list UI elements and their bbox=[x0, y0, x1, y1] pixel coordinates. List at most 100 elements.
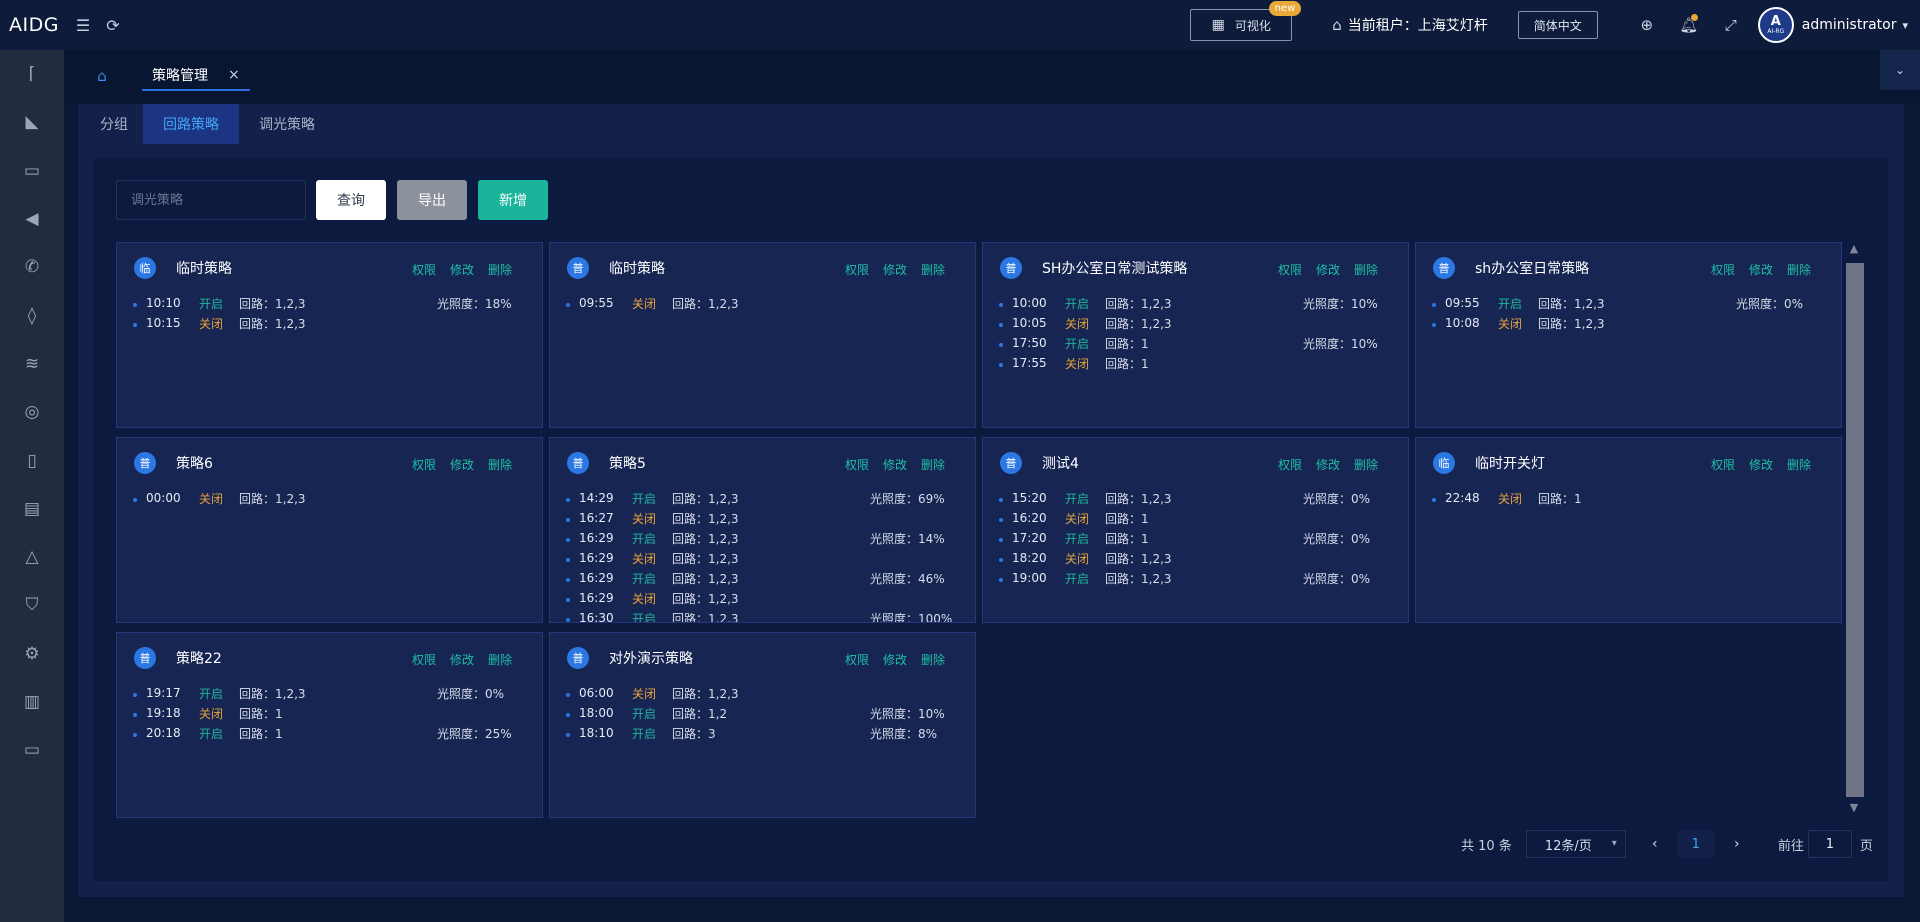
call-icon[interactable]: ✆ bbox=[0, 243, 64, 291]
username[interactable]: administrator bbox=[1802, 17, 1897, 33]
water-icon[interactable]: ◊ bbox=[0, 291, 64, 339]
avatar-caption: AI-RG bbox=[1767, 27, 1785, 35]
trash-icon[interactable]: ▯ bbox=[0, 436, 64, 484]
bullet-dot bbox=[999, 558, 1003, 562]
delete-link[interactable]: 删除 bbox=[1787, 261, 1811, 278]
permission-link[interactable]: 权限 bbox=[412, 456, 436, 473]
permission-link[interactable]: 权限 bbox=[1278, 456, 1302, 473]
current-page[interactable]: 1 bbox=[1677, 830, 1714, 858]
edit-link[interactable]: 修改 bbox=[450, 261, 474, 278]
tab-dimming-strategy[interactable]: 调光策略 bbox=[239, 104, 335, 144]
bullet-dot bbox=[566, 303, 570, 307]
delete-link[interactable]: 删除 bbox=[1354, 456, 1378, 473]
broadcast-icon[interactable]: ◀ bbox=[0, 195, 64, 243]
schedule-time: 00:00 bbox=[146, 491, 181, 505]
delete-link[interactable]: 删除 bbox=[921, 456, 945, 473]
permission-link[interactable]: 权限 bbox=[845, 456, 869, 473]
schedule-circuits: 回路：1 bbox=[1105, 336, 1149, 351]
next-page-button[interactable]: › bbox=[1722, 836, 1752, 852]
display-icon[interactable]: ▭ bbox=[0, 726, 64, 774]
report-icon[interactable]: ▤ bbox=[0, 485, 64, 533]
edit-link[interactable]: 修改 bbox=[1316, 261, 1340, 278]
edit-link[interactable]: 修改 bbox=[450, 456, 474, 473]
permission-link[interactable]: 权限 bbox=[845, 261, 869, 278]
schedule-list: 10:00 开启 回路：1,2,3 光照度：10% 10:05 关闭 回路：1,2,3 17:… bbox=[999, 293, 1394, 373]
goto-page-input[interactable]: 1 bbox=[1807, 830, 1852, 858]
globe-icon[interactable]: ⊕ bbox=[1626, 16, 1668, 34]
delete-link[interactable]: 删除 bbox=[488, 261, 512, 278]
lamp-icon[interactable]: ⌈ bbox=[0, 50, 64, 98]
menu-icon[interactable]: ☰ bbox=[68, 16, 98, 35]
scroll-down-icon[interactable]: ▼ bbox=[1845, 801, 1863, 817]
monitor-icon[interactable]: ▭ bbox=[0, 147, 64, 195]
add-button[interactable]: 新增 bbox=[478, 180, 548, 220]
total-count: 共 10 条 bbox=[1461, 838, 1512, 854]
settings-icon[interactable]: ⚙ bbox=[0, 630, 64, 678]
wifi-icon[interactable]: ≋ bbox=[0, 340, 64, 388]
delete-link[interactable]: 删除 bbox=[1354, 261, 1378, 278]
edit-link[interactable]: 修改 bbox=[1749, 456, 1773, 473]
chevron-down-icon[interactable]: ▾ bbox=[1902, 19, 1908, 32]
delete-link[interactable]: 删除 bbox=[1787, 456, 1811, 473]
language-button[interactable]: 简体中文 bbox=[1517, 11, 1598, 39]
permission-link[interactable]: 权限 bbox=[412, 651, 436, 668]
card-header: 普 临时策略 权限 修改 删除 bbox=[567, 256, 975, 280]
camera-icon[interactable]: ◣ bbox=[0, 98, 64, 146]
tab-circuit-strategy[interactable]: 回路策略 bbox=[143, 104, 239, 144]
scroll-up-icon[interactable]: ▲ bbox=[1845, 242, 1863, 258]
permission-link[interactable]: 权限 bbox=[1278, 261, 1302, 278]
permission-link[interactable]: 权限 bbox=[412, 261, 436, 278]
tab-strategy-management[interactable]: 策略管理 × bbox=[142, 61, 250, 91]
schedule-row: 14:29 开启 回路：1,2,3 光照度：69% bbox=[566, 488, 961, 508]
query-button[interactable]: 查询 bbox=[316, 180, 386, 220]
schedule-illuminance: 光照度：10% bbox=[870, 706, 945, 721]
document-icon[interactable]: ▥ bbox=[0, 678, 64, 726]
bullet-dot bbox=[133, 733, 137, 737]
edit-link[interactable]: 修改 bbox=[883, 456, 907, 473]
delete-link[interactable]: 删除 bbox=[921, 261, 945, 278]
schedule-circuits: 回路：1 bbox=[239, 726, 283, 741]
vertical-scrollbar[interactable]: ▲ ▼ bbox=[1845, 242, 1864, 817]
edit-link[interactable]: 修改 bbox=[883, 261, 907, 278]
delete-link[interactable]: 删除 bbox=[921, 651, 945, 668]
home-tab-icon[interactable]: ⌂ bbox=[82, 67, 122, 85]
schedule-circuits: 回路：1,2,3 bbox=[1538, 316, 1605, 331]
schedule-time: 18:20 bbox=[1012, 551, 1047, 565]
fullscreen-icon[interactable]: ⤢ bbox=[1710, 16, 1752, 34]
tab-group[interactable]: 分组 bbox=[78, 104, 143, 144]
schedule-row: 16:29 开启 回路：1,2,3 光照度：46% bbox=[566, 568, 961, 588]
edit-link[interactable]: 修改 bbox=[1749, 261, 1773, 278]
avatar[interactable]: A AI-RG bbox=[1757, 7, 1794, 43]
edit-link[interactable]: 修改 bbox=[883, 651, 907, 668]
visualization-button[interactable]: ▦ 可视化 new bbox=[1190, 1, 1302, 41]
bullet-dot bbox=[566, 693, 570, 697]
search-input[interactable] bbox=[116, 180, 306, 220]
permission-link[interactable]: 权限 bbox=[1711, 261, 1735, 278]
shield-icon[interactable]: ⛉ bbox=[0, 581, 64, 629]
prev-page-button[interactable]: ‹ bbox=[1640, 836, 1670, 852]
permission-link[interactable]: 权限 bbox=[845, 651, 869, 668]
bullet-dot bbox=[999, 498, 1003, 502]
tabs-menu-chevron-icon[interactable]: ⌄ bbox=[1880, 50, 1920, 90]
alarm-icon[interactable]: △ bbox=[0, 533, 64, 581]
export-button[interactable]: 导出 bbox=[397, 180, 467, 220]
schedule-list: 19:17 开启 回路：1,2,3 光照度：0% 19:18 关闭 回路：1 20:18 开启回… bbox=[133, 683, 528, 743]
strategy-card: 普测试4 权限 修改 删除 15:20 开启 回路：1,2,3 光照度：0% 16:20 关闭 回路… bbox=[982, 437, 1409, 623]
delete-link[interactable]: 删除 bbox=[488, 456, 512, 473]
sensor-icon[interactable]: ◎ bbox=[0, 388, 64, 436]
card-actions: 权限 修改 删除 bbox=[412, 261, 526, 278]
chevron-down-icon: ▾ bbox=[1611, 838, 1617, 849]
bullet-dot bbox=[999, 538, 1003, 542]
strategy-type-badge: 普 bbox=[134, 452, 156, 474]
delete-link[interactable]: 删除 bbox=[488, 651, 512, 668]
edit-link[interactable]: 修改 bbox=[450, 651, 474, 668]
refresh-icon[interactable]: ⟳ bbox=[98, 16, 128, 35]
schedule-row: 10:10 开启 回路：1,2,3 光照度：18% bbox=[133, 293, 528, 313]
bell-icon[interactable]: 🔔︎ bbox=[1668, 14, 1710, 34]
edit-link[interactable]: 修改 bbox=[1316, 456, 1340, 473]
schedule-time: 16:27 bbox=[579, 511, 614, 525]
close-icon[interactable]: × bbox=[228, 67, 240, 83]
page-size-select[interactable]: 12条/页 ▾ bbox=[1525, 830, 1626, 858]
scrollbar-thumb[interactable] bbox=[1846, 263, 1864, 797]
permission-link[interactable]: 权限 bbox=[1711, 456, 1735, 473]
